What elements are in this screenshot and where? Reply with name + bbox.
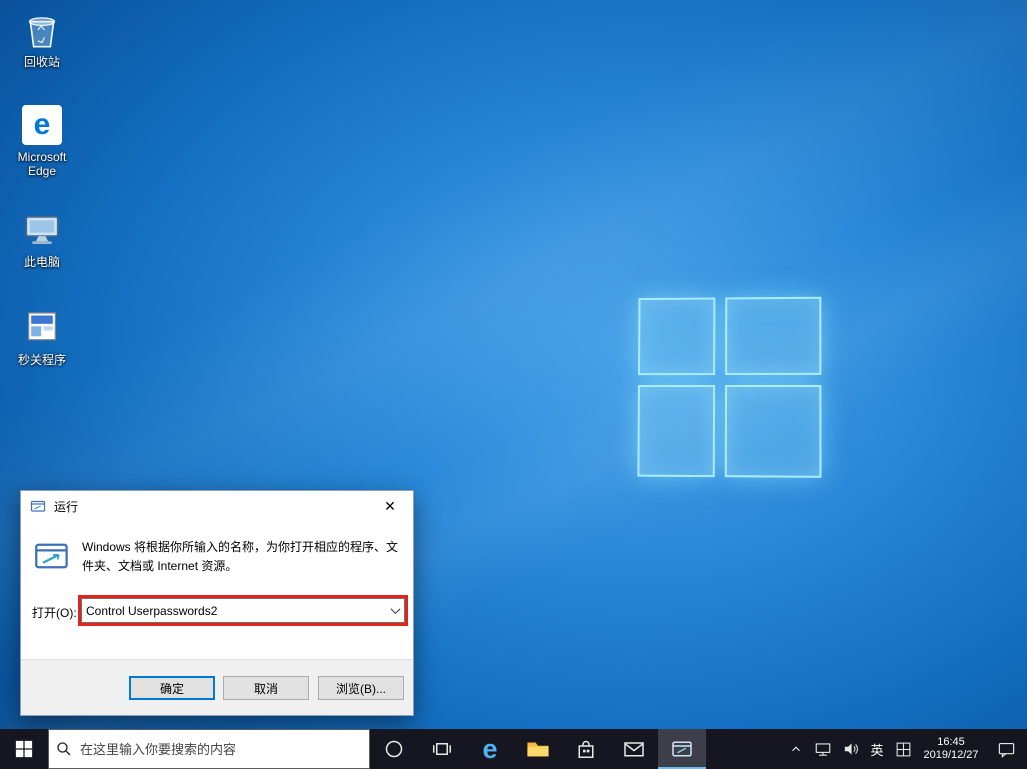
- network-icon: [815, 743, 831, 756]
- search-icon: [57, 742, 71, 756]
- run-window-icon: [672, 741, 692, 757]
- run-dialog-footer: 确定 取消 浏览(B)...: [21, 659, 413, 715]
- windows-logo-pane: [724, 384, 822, 478]
- open-label: 打开(O):: [32, 606, 77, 620]
- chevron-down-icon: [390, 604, 400, 615]
- edge-icon: e: [20, 103, 64, 147]
- windows-logo-pane: [725, 296, 822, 376]
- cancel-button[interactable]: 取消: [223, 676, 309, 700]
- ime-icon: [896, 742, 910, 756]
- action-center-button[interactable]: [985, 729, 1027, 769]
- cortana-button[interactable]: [370, 729, 418, 769]
- desktop-icon-this-pc[interactable]: 此电脑: [6, 208, 78, 269]
- task-view-icon: [433, 743, 451, 755]
- task-view-button[interactable]: [418, 729, 466, 769]
- red-highlight-box: [78, 595, 408, 626]
- desktop-icon-program[interactable]: 秒关程序: [6, 306, 78, 367]
- store-button[interactable]: [562, 729, 610, 769]
- desktop-icon-label: Microsoft Edge: [17, 150, 67, 178]
- desktop-icon-label: 此电脑: [23, 255, 60, 269]
- desktop: 回收站 e Microsoft Edge 此电脑 秒关程序 运行 ✕ Windo…: [0, 0, 1027, 769]
- recycle-bin-icon: [20, 8, 64, 52]
- run-dialog: 运行 ✕ Windows 将根据你所输入的名称，为你打开相应的程序、文件夹、文档…: [20, 490, 414, 716]
- taskbar-search-box[interactable]: [48, 729, 370, 769]
- edge-taskbar-button[interactable]: e: [466, 729, 514, 769]
- mail-button[interactable]: [610, 729, 658, 769]
- windows-start-icon: [15, 740, 33, 758]
- close-icon[interactable]: ✕: [367, 491, 413, 521]
- tray-ime-button[interactable]: [889, 729, 917, 769]
- windows-logo-pane: [637, 385, 716, 478]
- store-bag-icon: [578, 740, 594, 758]
- run-command-input[interactable]: [82, 599, 386, 622]
- run-icon: [30, 500, 46, 512]
- windows-logo-pane: [638, 297, 716, 376]
- tray-clock[interactable]: 16:45 2019/12/27: [917, 729, 985, 769]
- file-explorer-button[interactable]: [514, 729, 562, 769]
- edge-icon: e: [482, 733, 498, 764]
- run-dialog-description: Windows 将根据你所输入的名称，为你打开相应的程序、文件夹、文档或 Int…: [82, 540, 399, 573]
- volume-icon: [844, 743, 858, 755]
- run-icon: [35, 543, 68, 569]
- tray-time: 16:45: [937, 736, 965, 748]
- chevron-up-icon: [792, 746, 800, 752]
- desktop-icon-microsoft-edge[interactable]: e Microsoft Edge: [6, 103, 78, 178]
- run-dialog-titlebar[interactable]: 运行 ✕: [21, 491, 413, 521]
- taskbar: e: [0, 729, 1027, 769]
- search-input[interactable]: [80, 741, 363, 757]
- desktop-icon-label: 秒关程序: [17, 353, 66, 367]
- wallpaper-windows-logo: [637, 296, 829, 484]
- start-button[interactable]: [0, 729, 48, 769]
- mail-icon: [624, 742, 644, 757]
- run-command-combobox[interactable]: [81, 598, 405, 623]
- run-dialog-title: 运行: [54, 499, 79, 514]
- tray-network-button[interactable]: [809, 729, 837, 769]
- tray-volume-button[interactable]: [837, 729, 865, 769]
- run-dialog-taskbar-button[interactable]: [658, 729, 706, 769]
- taskbar-spacer: [706, 729, 783, 769]
- program-window-icon: [20, 306, 64, 350]
- cortana-icon: [385, 740, 403, 758]
- tray-date: 2019/12/27: [923, 749, 979, 761]
- combobox-dropdown-button[interactable]: [386, 599, 404, 622]
- action-center-icon: [998, 742, 1014, 758]
- tray-show-hidden-icons-button[interactable]: [783, 729, 809, 769]
- ok-button[interactable]: 确定: [129, 676, 215, 700]
- folder-icon: [527, 742, 549, 757]
- desktop-icon-recycle-bin[interactable]: 回收站: [6, 8, 78, 69]
- computer-icon: [20, 208, 64, 252]
- browse-button[interactable]: 浏览(B)...: [318, 676, 404, 700]
- tray-language-indicator[interactable]: 英: [865, 729, 889, 769]
- desktop-icon-label: 回收站: [23, 55, 60, 69]
